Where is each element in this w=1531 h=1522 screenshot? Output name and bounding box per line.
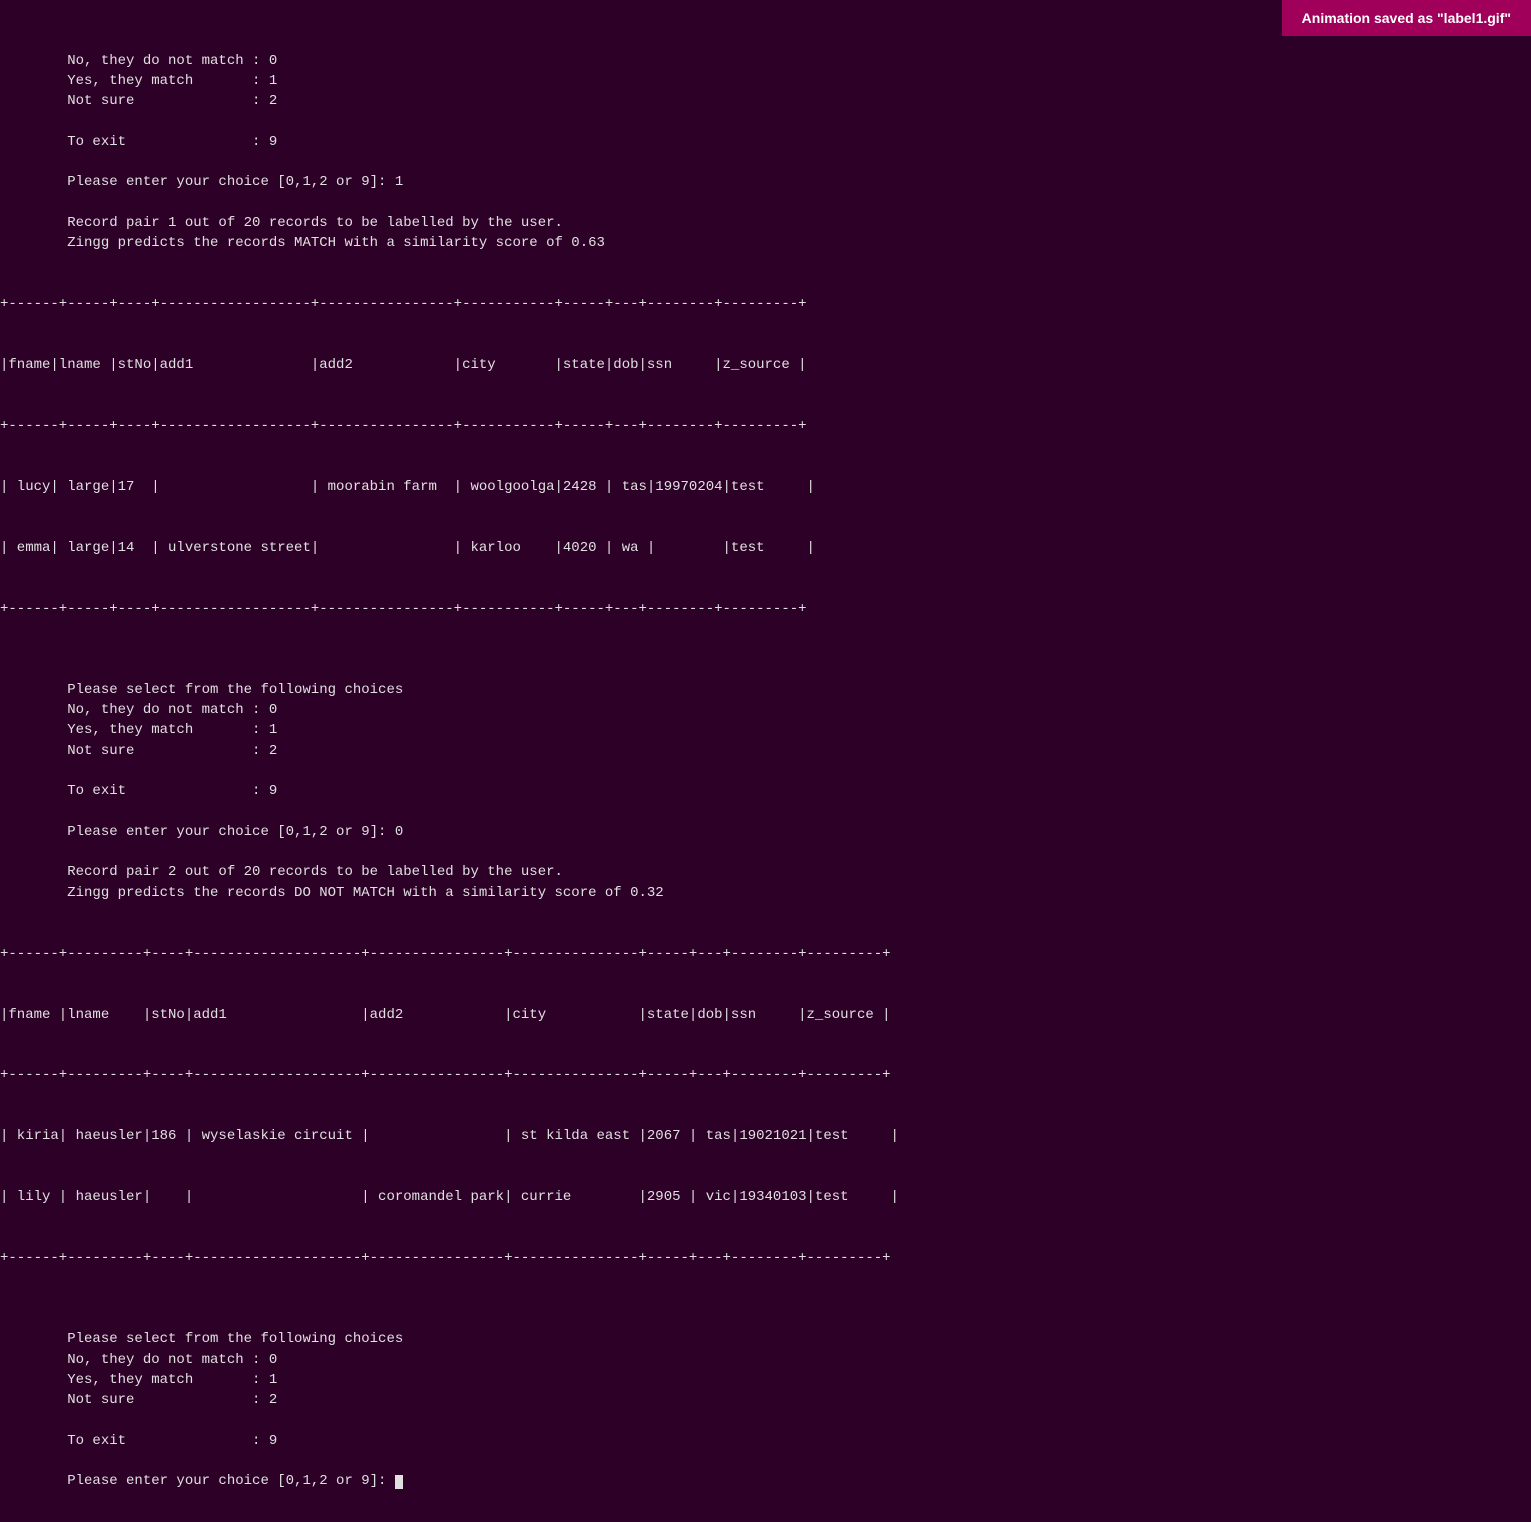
table2-header: |fname |lname |stNo|add1 |add2 |city |st…	[0, 1005, 1531, 1025]
terminal-output: No, they do not match : 0 Yes, they matc…	[0, 0, 1531, 1522]
section1-no-match: No, they do not match : 0 Yes, they matc…	[0, 51, 1531, 254]
table2-row2: | lily | haeusler| | | coromandel park| …	[0, 1187, 1531, 1207]
table2-row1: | kiria| haeusler|186 | wyselaskie circu…	[0, 1126, 1531, 1146]
table2-border-top: +------+---------+----+-----------------…	[0, 944, 1531, 964]
section3-choices: Please select from the following choices…	[0, 1309, 1531, 1492]
notification-banner: Animation saved as "label1.gif"	[1282, 0, 1531, 36]
table1-row1: | lucy| large|17 | | moorabin farm | woo…	[0, 477, 1531, 497]
section2-choices: Please select from the following choices…	[0, 660, 1531, 904]
table1-border-mid: +------+-----+----+------------------+--…	[0, 416, 1531, 436]
terminal-cursor	[395, 1475, 403, 1489]
table2-border-bot: +------+---------+----+-----------------…	[0, 1248, 1531, 1268]
table2-border-mid: +------+---------+----+-----------------…	[0, 1065, 1531, 1085]
table1-row2: | emma| large|14 | ulverstone street| | …	[0, 538, 1531, 558]
table1-header: |fname|lname |stNo|add1 |add2 |city |sta…	[0, 355, 1531, 375]
table1-border-top: +------+-----+----+------------------+--…	[0, 294, 1531, 314]
table1-border-bot: +------+-----+----+------------------+--…	[0, 599, 1531, 619]
